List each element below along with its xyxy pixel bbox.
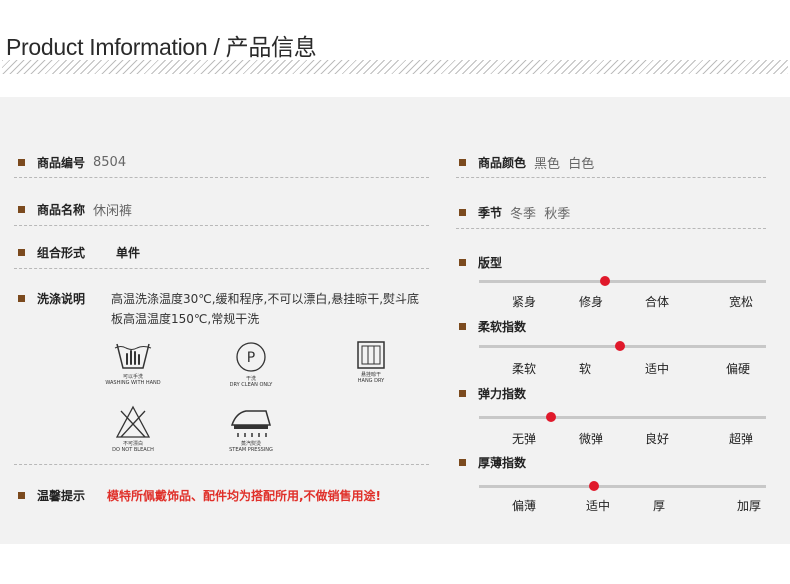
fit-label: 版型 bbox=[478, 256, 503, 270]
product-name-row: 商品名称 休闲裤 bbox=[18, 200, 132, 219]
fit-option: 紧身 bbox=[511, 295, 537, 309]
thickness-option: 偏薄 bbox=[511, 499, 537, 513]
steam-iron-icon: 蒸汽熨烫 STEAM PRESSING bbox=[216, 405, 286, 453]
thickness-label: 厚薄指数 bbox=[478, 456, 527, 470]
softness-option: 软 bbox=[578, 362, 592, 376]
product-name-value: 休闲裤 bbox=[93, 204, 133, 219]
color-value: 黑色 白色 bbox=[534, 157, 595, 172]
divider bbox=[456, 228, 766, 229]
season-row: 季节 冬季 秋季 bbox=[459, 203, 570, 222]
hatch-divider bbox=[2, 60, 788, 74]
icon-caption-en: WASHING WITH HAND bbox=[105, 380, 161, 386]
no-bleach-icon: 不可漂白 DO NOT BLEACH bbox=[98, 405, 168, 453]
softness-option: 适中 bbox=[644, 362, 670, 376]
icon-caption-en: DO NOT BLEACH bbox=[112, 447, 154, 453]
combo-row: 组合形式 单件 bbox=[18, 244, 140, 261]
fit-row: 版型 bbox=[459, 254, 502, 271]
bullet-icon bbox=[459, 159, 466, 166]
softness-label: 柔软指数 bbox=[478, 320, 527, 334]
product-code-row: 商品编号 8504 bbox=[18, 154, 126, 171]
bullet-icon bbox=[459, 323, 466, 330]
season-label: 季节 bbox=[478, 206, 503, 220]
softness-indicator bbox=[614, 341, 625, 351]
bullet-icon bbox=[18, 159, 25, 166]
elasticity-indicator bbox=[545, 412, 556, 422]
notice-label: 温馨提示 bbox=[37, 489, 86, 503]
divider bbox=[14, 464, 429, 465]
elasticity-option: 微弹 bbox=[578, 432, 604, 446]
thickness-indicator bbox=[588, 481, 599, 491]
fit-option: 修身 bbox=[578, 295, 604, 309]
elasticity-option: 超弹 bbox=[728, 432, 754, 446]
dry-clean-icon: P 干洗 DRY CLEAN ONLY bbox=[216, 340, 286, 388]
product-code-label: 商品编号 bbox=[37, 156, 86, 170]
combo-value: 单件 bbox=[116, 246, 141, 260]
color-label: 商品颜色 bbox=[478, 156, 527, 170]
divider bbox=[14, 268, 429, 269]
fit-option: 合体 bbox=[644, 295, 670, 309]
thickness-row: 厚薄指数 bbox=[459, 454, 526, 471]
fit-option: 宽松 bbox=[728, 295, 754, 309]
elasticity-option: 良好 bbox=[644, 432, 670, 446]
wash-row: 洗涤说明 bbox=[18, 290, 85, 307]
notice-row: 温馨提示 bbox=[18, 487, 85, 504]
wash-label: 洗涤说明 bbox=[37, 292, 86, 306]
bullet-icon bbox=[459, 459, 466, 466]
product-code-value: 8504 bbox=[93, 155, 127, 170]
elasticity-row: 弹力指数 bbox=[459, 385, 526, 402]
thickness-option: 厚 bbox=[652, 499, 666, 513]
divider bbox=[14, 177, 429, 178]
svg-text:P: P bbox=[247, 350, 255, 366]
bullet-icon bbox=[18, 492, 25, 499]
elasticity-label: 弹力指数 bbox=[478, 387, 527, 401]
thickness-track bbox=[479, 485, 766, 488]
hang-dry-icon: 悬挂晾干 HANG DRY bbox=[336, 340, 406, 384]
softness-row: 柔软指数 bbox=[459, 318, 526, 335]
divider bbox=[456, 177, 766, 178]
icon-caption-en: HANG DRY bbox=[357, 378, 385, 384]
bullet-icon bbox=[18, 295, 25, 302]
softness-option: 柔软 bbox=[511, 362, 537, 376]
elasticity-option: 无弹 bbox=[511, 432, 537, 446]
fit-track bbox=[479, 280, 766, 283]
hand-wash-icon: 可以手洗 WASHING WITH HAND bbox=[98, 340, 168, 386]
wash-instructions: 高温洗涤温度30℃,缓和程序,不可以漂白,悬挂晾干,熨斗底板高温温度150℃,常… bbox=[111, 292, 420, 326]
softness-option: 偏硬 bbox=[725, 362, 751, 376]
season-value: 冬季 秋季 bbox=[510, 207, 571, 222]
color-row: 商品颜色 黑色 白色 bbox=[459, 153, 594, 172]
bullet-icon bbox=[459, 209, 466, 216]
divider bbox=[14, 225, 429, 226]
product-name-label: 商品名称 bbox=[37, 203, 86, 217]
bullet-icon bbox=[18, 249, 25, 256]
bullet-icon bbox=[18, 206, 25, 213]
icon-caption-en: DRY CLEAN ONLY bbox=[229, 382, 273, 388]
elasticity-track bbox=[479, 416, 766, 419]
notice-text: 模特所佩戴饰品、配件均为搭配所用,不做销售用途! bbox=[107, 489, 382, 503]
thickness-option: 适中 bbox=[585, 499, 611, 513]
page-title: Product Imformation / 产品信息 bbox=[6, 34, 317, 60]
bullet-icon bbox=[459, 390, 466, 397]
icon-caption-en: STEAM PRESSING bbox=[229, 447, 273, 453]
bullet-icon bbox=[459, 259, 466, 266]
combo-label: 组合形式 bbox=[37, 246, 86, 260]
thickness-option: 加厚 bbox=[736, 499, 762, 513]
